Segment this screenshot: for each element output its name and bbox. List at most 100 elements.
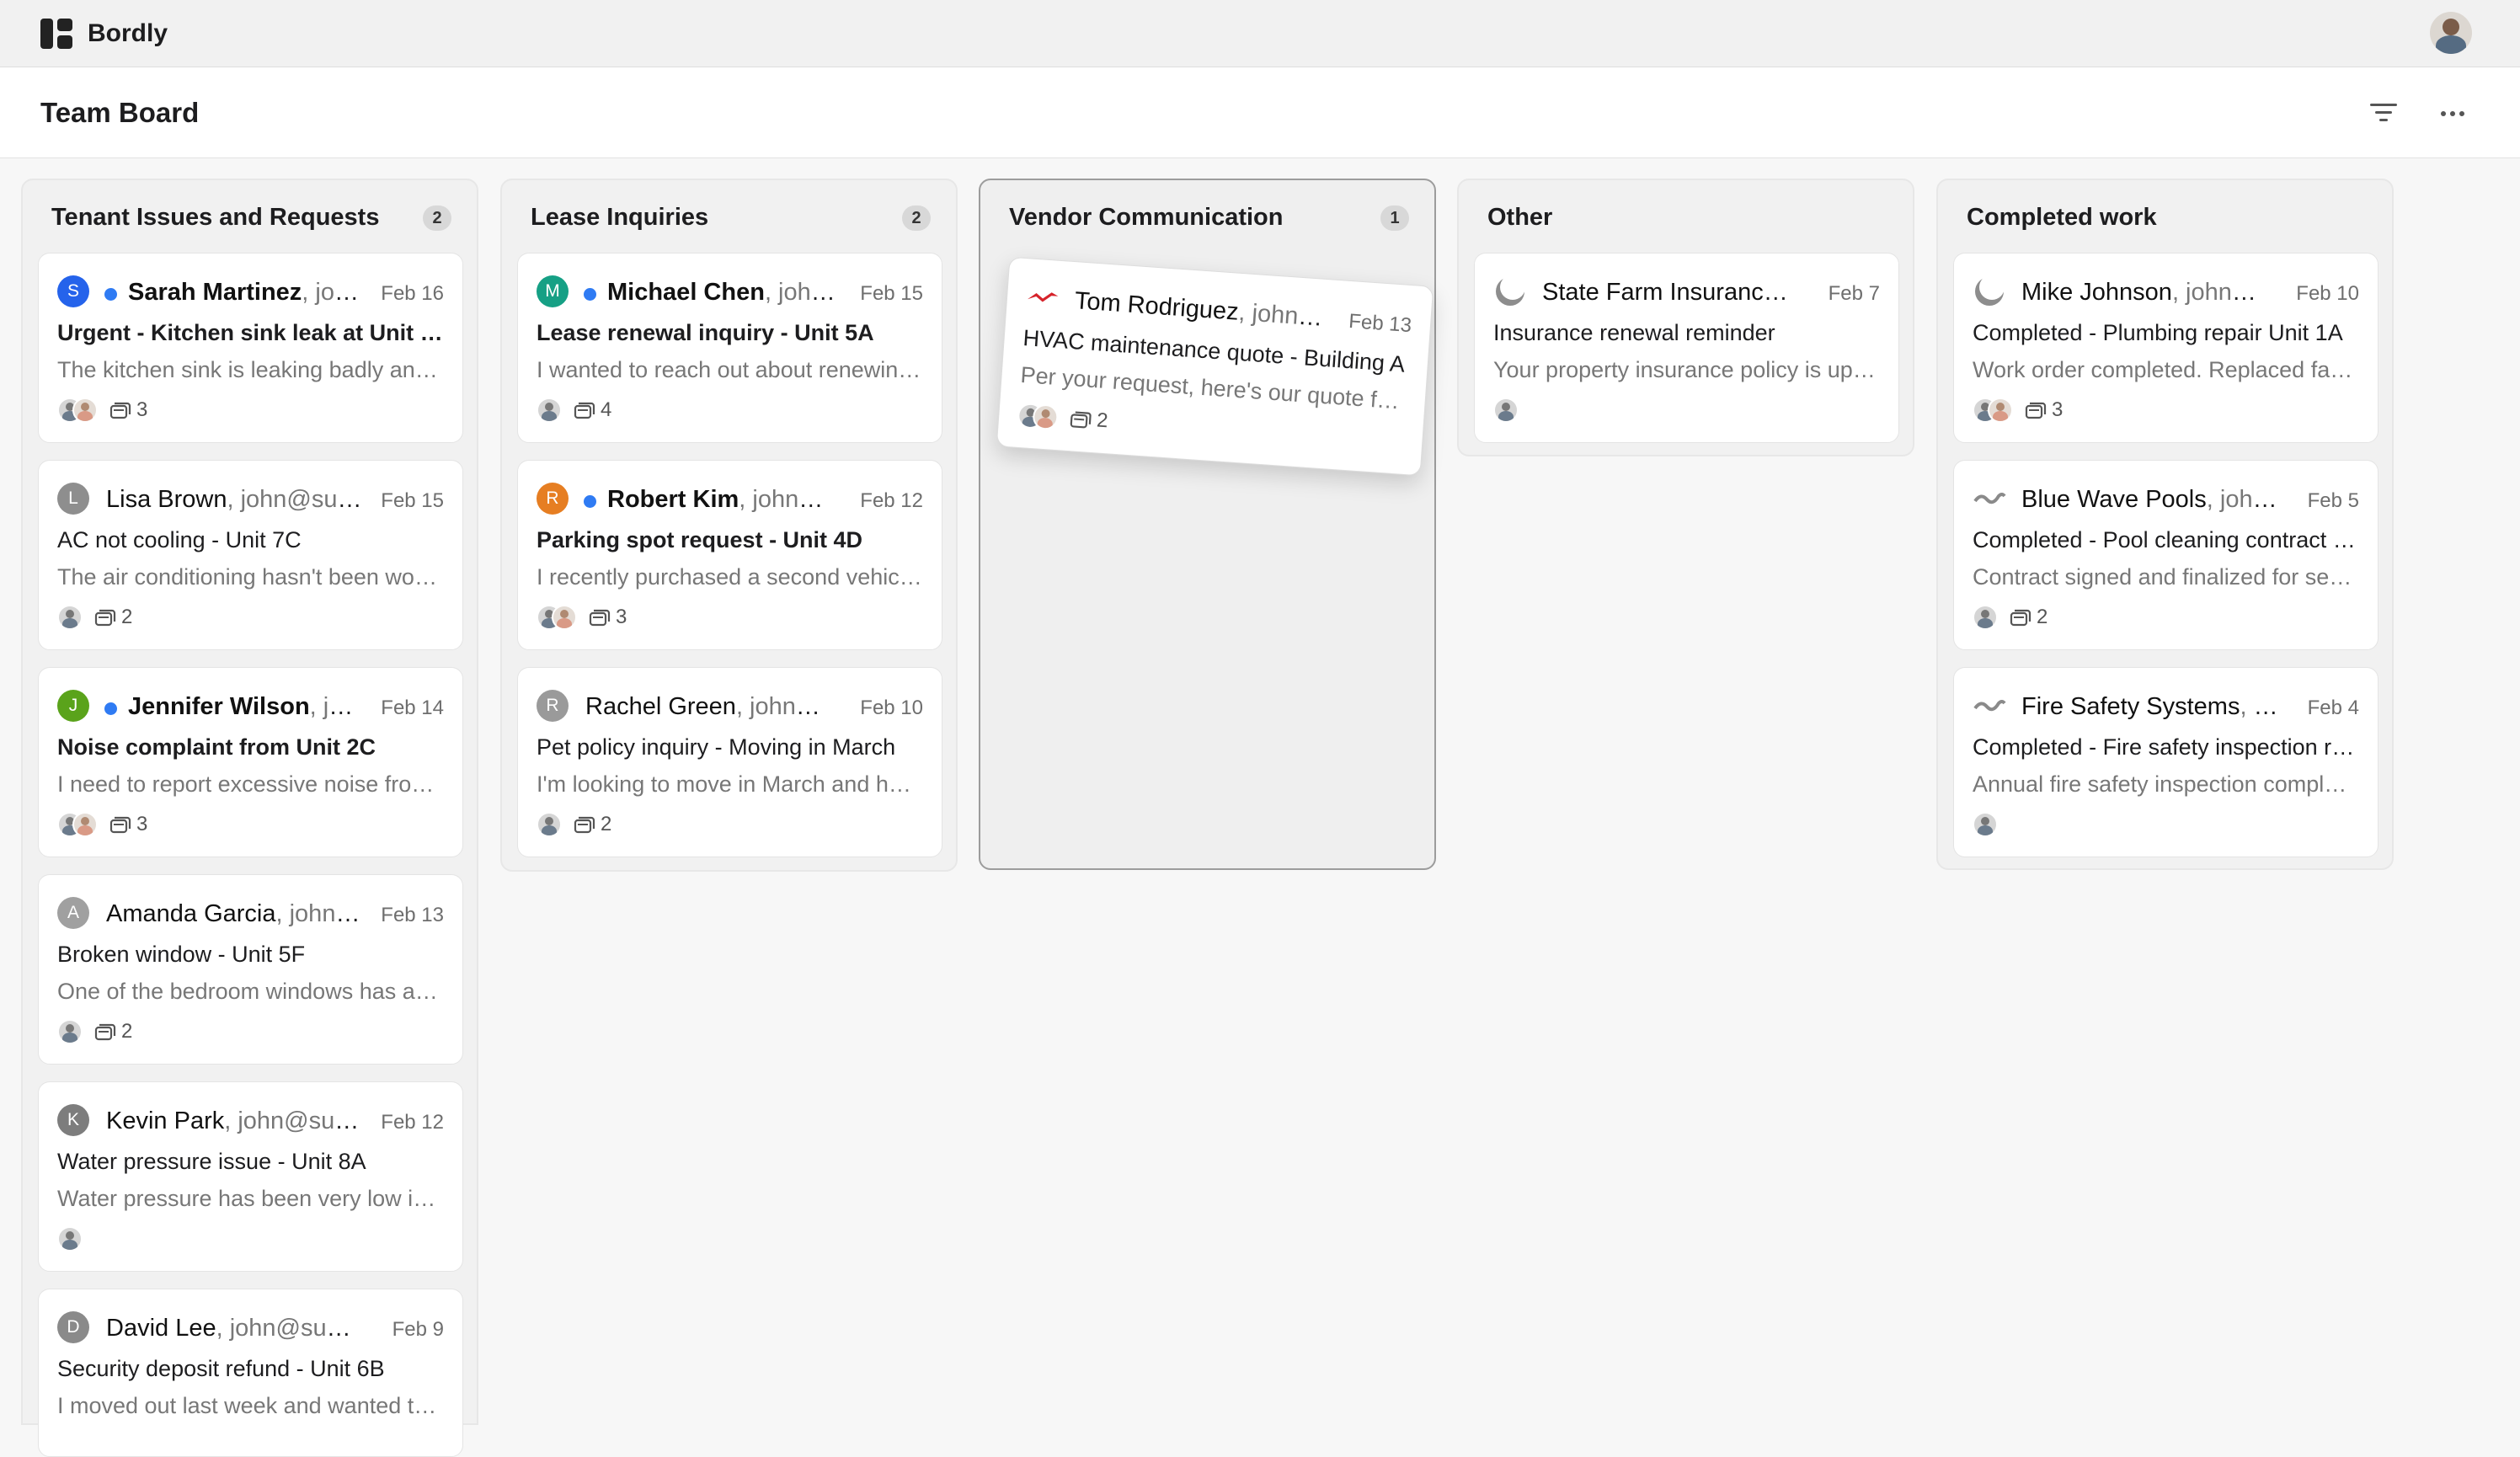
column-lease: Lease Inquiries2MMichael Chen, john@suns… xyxy=(500,179,958,872)
card-preview: One of the bedroom windows has a crack i… xyxy=(57,979,444,1004)
user-avatar-icon[interactable] xyxy=(2430,12,2472,54)
sender-line: Mike Johnson, john@sunsetproperties.com xyxy=(2021,275,2278,309)
column-header: Completed work xyxy=(1967,199,2367,236)
sender-line: Sarah Martinez, john@sunsetproperties.co… xyxy=(128,275,363,309)
column-count-badge: 2 xyxy=(902,205,931,231)
column-title: Vendor Communication xyxy=(1009,204,1284,231)
card-subject: Insurance renewal reminder xyxy=(1493,320,1775,345)
participant-avatar-icon xyxy=(72,398,98,423)
sender-avatar: J xyxy=(57,690,89,722)
email-card[interactable]: L Lisa Brown, john@sunsetproperties.com Fe… xyxy=(38,460,463,650)
card-date: Feb 12 xyxy=(381,1111,444,1134)
column-header: Tenant Issues and Requests 2 xyxy=(51,199,451,236)
column-count-badge: 1 xyxy=(1380,205,1409,231)
participant-avatar-icon xyxy=(552,605,577,630)
message-count: 2 xyxy=(121,606,133,628)
card-preview: The air conditioning hasn't been working… xyxy=(57,564,444,590)
sender-name: Michael Chen xyxy=(607,279,765,306)
page-title: Team Board xyxy=(40,97,200,128)
sender-email: , john@sunsetproperties.com xyxy=(227,486,363,513)
message-stack-icon xyxy=(589,609,611,627)
email-card[interactable]: State Farm Insurance, john@sunsetpropert… xyxy=(1474,253,1899,443)
sender-line: Kevin Park, john@sunsetproperties.com xyxy=(106,1104,363,1138)
sender-name: Mike Johnson xyxy=(2021,279,2172,306)
sender-email: , john@sunsetproperties.com xyxy=(2206,486,2278,513)
participant-avatar-icon xyxy=(57,605,83,630)
sender-avatar: S xyxy=(57,275,89,307)
sender-email: , john@sunsetproperties.com xyxy=(2240,693,2278,720)
sender-email: , john@sunsetproperties.com xyxy=(216,1315,363,1342)
card-footer: 3 xyxy=(57,809,444,840)
card-subject: Urgent - Kitchen sink leak at Unit 3B xyxy=(57,320,444,345)
message-stack-icon xyxy=(2010,609,2031,627)
unread-dot xyxy=(104,702,117,715)
sender-email: , john@sunsetproperties.com xyxy=(309,693,363,720)
sender-avatar: M xyxy=(537,275,569,307)
sender-name: Kevin Park xyxy=(106,1107,225,1134)
vendor-logo-icon xyxy=(1028,292,1059,302)
sender-name: David Lee xyxy=(106,1315,216,1342)
email-card[interactable]: R Robert Kim, john@sunsetproperties.com Fe… xyxy=(517,460,942,650)
sender-name: Sarah Martinez xyxy=(128,279,302,306)
message-stack-icon xyxy=(574,816,595,834)
email-card[interactable]: R Rachel Green, john@sunsetproperties.com… xyxy=(517,667,942,857)
card-subject: AC not cooling - Unit 7C xyxy=(57,527,302,552)
sender-line: Fire Safety Systems, john@sunsetproperti… xyxy=(2021,690,2278,723)
message-count: 2 xyxy=(601,813,612,835)
card-date: Feb 4 xyxy=(2307,696,2359,719)
sender-name: Jennifer Wilson xyxy=(128,693,310,720)
column-title: Other xyxy=(1487,204,1553,231)
email-card[interactable]: Tom Rodriguez, john@sunsetproperties.com… xyxy=(996,256,1434,477)
card-date: Feb 15 xyxy=(381,489,444,512)
card-subject: Pet policy inquiry - Moving in March xyxy=(537,734,896,760)
email-card[interactable]: K Kevin Park, john@sunsetproperties.com Fe… xyxy=(38,1081,463,1272)
email-card[interactable]: Mike Johnson, john@sunsetproperties.com F… xyxy=(1953,253,2379,443)
unread-dot xyxy=(584,288,596,301)
column-title: Tenant Issues and Requests xyxy=(51,204,380,231)
card-subject: Noise complaint from Unit 2C xyxy=(57,734,376,760)
email-card[interactable]: S Sarah Martinez, john@sunsetproperties.c… xyxy=(38,253,463,443)
card-date: Feb 12 xyxy=(860,489,923,512)
card-subject: Broken window - Unit 5F xyxy=(57,942,306,967)
filter-icon[interactable] xyxy=(2368,98,2399,128)
card-preview: Water pressure has been very low in the … xyxy=(57,1186,444,1211)
crescent-logo-icon xyxy=(1496,275,1525,306)
email-card[interactable]: D David Lee, john@sunsetproperties.com Feb… xyxy=(38,1289,463,1457)
page-header: Team Board xyxy=(0,67,2520,158)
card-preview: Your property insurance policy is up for… xyxy=(1493,357,1880,382)
sender-name: Tom Rodriguez xyxy=(1073,287,1240,326)
email-card[interactable]: A Amanda Garcia, john@sunsetproperties.co… xyxy=(38,874,463,1065)
card-footer: 2 xyxy=(537,809,923,840)
email-card[interactable]: Fire Safety Systems, john@sunsetproperti… xyxy=(1953,667,2379,857)
wave-logo-icon xyxy=(1973,700,2006,712)
message-stack-icon xyxy=(109,402,131,419)
message-count: 3 xyxy=(616,606,627,628)
column-header: Vendor Communication 1 xyxy=(1009,199,1409,236)
sender-avatar: D xyxy=(57,1311,89,1343)
card-preview: I wanted to reach out about renewing my … xyxy=(537,357,923,382)
participant-avatar-icon xyxy=(537,398,562,423)
participant-avatar-icon xyxy=(1493,398,1519,423)
email-card[interactable]: M Michael Chen, john@sunsetproperties.com… xyxy=(517,253,942,443)
email-card[interactable]: Blue Wave Pools, john@sunsetproperties.c… xyxy=(1953,460,2379,650)
crescent-logo-icon xyxy=(1975,275,2005,306)
sender-line: Amanda Garcia, john@sunsetproperties.com xyxy=(106,897,363,931)
message-count: 2 xyxy=(2037,606,2048,628)
card-date: Feb 9 xyxy=(392,1318,444,1341)
message-stack-icon xyxy=(574,402,595,419)
card-footer xyxy=(1973,809,2359,840)
message-count: 2 xyxy=(121,1020,133,1043)
participant-avatar-icon xyxy=(537,812,562,837)
card-footer xyxy=(57,1224,444,1254)
card-subject: Parking spot request - Unit 4D xyxy=(537,527,863,552)
card-subject: Water pressure issue - Unit 8A xyxy=(57,1149,366,1174)
card-date: Feb 13 xyxy=(1348,309,1412,338)
email-card[interactable]: J Jennifer Wilson, john@sunsetproperties.… xyxy=(38,667,463,857)
column-count-badge: 2 xyxy=(423,205,451,231)
more-horizontal-icon[interactable] xyxy=(2436,98,2469,128)
card-subject: Completed - Pool cleaning contract renew… xyxy=(1973,527,2359,552)
card-date: Feb 16 xyxy=(381,282,444,305)
sender-line: David Lee, john@sunsetproperties.com xyxy=(106,1311,363,1345)
sender-name: Rachel Green xyxy=(585,693,736,720)
card-preview: The kitchen sink is leaking badly and wa… xyxy=(57,357,444,382)
